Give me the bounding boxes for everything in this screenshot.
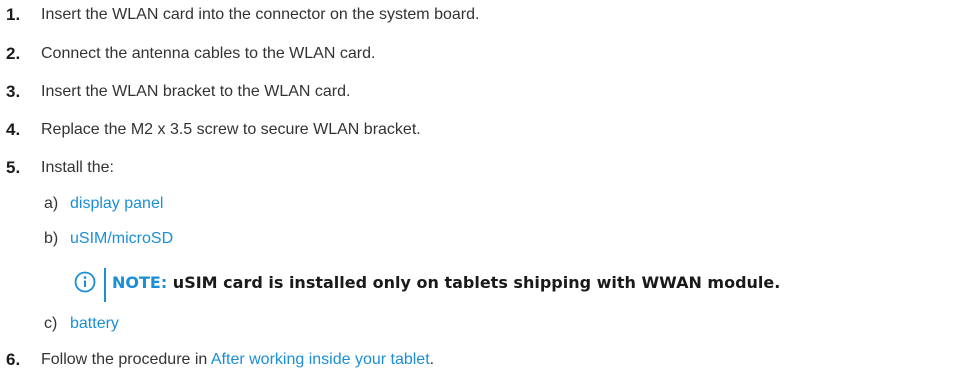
note-text: NOTE: uSIM card is installed only on tab… [112, 272, 780, 294]
after-working-inside-tablet-link[interactable]: After working inside your tablet [211, 351, 430, 368]
step-number: 6. [6, 350, 21, 369]
note-label: NOTE: [112, 273, 168, 292]
step-text-before: Follow the procedure in [41, 351, 211, 368]
display-panel-link[interactable]: display panel [70, 193, 163, 215]
usim-microsd-link[interactable]: uSIM/microSD [70, 228, 173, 250]
substep-letter: c) [44, 315, 58, 332]
step-text: Insert the WLAN bracket to the WLAN card… [41, 83, 351, 100]
substep-letter: a) [44, 195, 59, 212]
note-divider [104, 268, 106, 302]
step-text: Install the: [41, 159, 114, 176]
step-text: Follow the procedure in After working in… [41, 349, 434, 371]
step-number: 1. [6, 5, 21, 24]
step-text: Insert the WLAN card into the connector … [41, 6, 480, 23]
step-number: 3. [6, 82, 21, 101]
info-icon [74, 271, 96, 293]
battery-link[interactable]: battery [70, 313, 119, 335]
substep-letter: b) [44, 230, 59, 247]
step-number: 2. [6, 44, 21, 63]
step-text: Connect the antenna cables to the WLAN c… [41, 45, 376, 62]
step-number: 4. [6, 120, 21, 139]
step-text: Replace the M2 x 3.5 screw to secure WLA… [41, 121, 421, 138]
step-number: 5. [6, 158, 21, 177]
step-text-after: . [429, 351, 435, 368]
note-body: uSIM card is installed only on tablets s… [167, 273, 781, 292]
